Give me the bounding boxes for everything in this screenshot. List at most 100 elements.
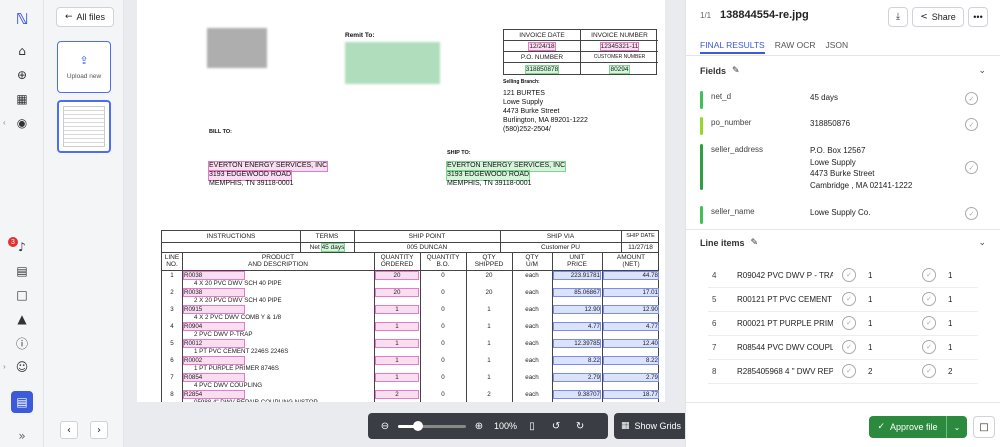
chevron-down-icon[interactable]: ⌄ (978, 238, 986, 248)
feedback-button[interactable]: □ (973, 416, 995, 438)
terms-value-prefix: Net (309, 244, 322, 251)
document-icon[interactable]: ▤ (11, 391, 33, 413)
zoom-out-icon[interactable]: ⊖ (376, 421, 394, 432)
fields-title: Fields (700, 66, 727, 76)
row-desc: 1 PT PVC CEMENT 2246S 2246S (194, 348, 289, 355)
verify-check-icon[interactable]: ✓ (922, 316, 936, 330)
show-grids-label: Show Grids (634, 421, 682, 431)
branch-line: Lowe Supply (503, 99, 544, 106)
row-shipped: 1 (487, 357, 491, 364)
notification-icon[interactable]: ♪ (12, 237, 32, 257)
selling-branch-label: Selling Branch: (503, 79, 540, 85)
panel-footer: ✓ Approve file ⌄ □ (686, 402, 1000, 447)
verify-check-icon[interactable]: ✓ (842, 268, 856, 282)
chevron-down-icon[interactable]: ⌄ (978, 66, 986, 76)
row-no: 4 (170, 323, 174, 330)
add-icon[interactable]: ⊕ (12, 65, 32, 85)
logo-icon[interactable]: ℕ (12, 9, 32, 29)
share-button[interactable]: < Share (912, 7, 964, 27)
more-button[interactable]: ••• (968, 7, 988, 27)
zoom-in-icon[interactable]: ⊕ (470, 421, 488, 432)
field-row[interactable]: net_d 45 days ✓ (700, 91, 990, 109)
verify-check-icon[interactable]: ✓ (965, 207, 978, 220)
bill-to-label: BILL TO: (209, 129, 233, 135)
branch-line: (580)252-2504/ (503, 126, 551, 133)
edit-icon[interactable]: ✎ (732, 66, 740, 76)
field-row[interactable]: seller_name Lowe Supply Co. ✓ (700, 206, 990, 224)
file-thumbnails: ← All files ⇪ Upload new ‹ › (44, 0, 124, 447)
comment-icon: □ (979, 421, 989, 433)
verify-check-icon[interactable]: ✓ (965, 161, 978, 174)
row-amount: 12.90 (603, 305, 659, 314)
edit-icon[interactable]: ✎ (751, 238, 759, 248)
verify-check-icon[interactable]: ✓ (922, 340, 936, 354)
feedback-icon[interactable]: □ (12, 285, 32, 305)
rocket-icon[interactable]: ▲ (12, 309, 32, 329)
row-amount: 4.77 (603, 322, 659, 331)
zoom-toolbar: ⊖ ⊕ 100% ▯ ↺ ↻ (368, 413, 608, 439)
next-page-button[interactable]: › (90, 421, 108, 439)
verify-check-icon[interactable]: ✓ (842, 364, 856, 378)
help-icon[interactable]: ⓘ (12, 333, 32, 353)
line-item-qty: 1 (948, 343, 953, 352)
expand-icon[interactable]: » (12, 426, 32, 446)
collapse-chevron-icon[interactable]: ‹ (3, 118, 6, 127)
download-button[interactable]: ⤓ (888, 7, 908, 27)
logo-redaction (207, 28, 267, 68)
field-color-bar (700, 206, 703, 224)
field-row[interactable]: seller_address P.O. Box 12567 Lowe Supply… (700, 144, 990, 190)
verify-check-icon[interactable]: ✓ (842, 292, 856, 306)
compass-icon[interactable]: ◉ (12, 113, 32, 133)
account-icon[interactable]: ☺ (12, 357, 32, 377)
line-item-no: 5 (712, 295, 717, 304)
fit-page-icon[interactable]: ▯ (523, 421, 541, 432)
approve-file-button[interactable]: ✓ Approve file ⌄ (869, 416, 967, 438)
home-icon[interactable]: ⌂ (12, 41, 32, 61)
verify-check-icon[interactable]: ✓ (965, 118, 978, 131)
line-item-row[interactable]: 7 R08544 PVC DWV COUPLING ✓ 1 ✓ 1 (708, 338, 978, 360)
verify-check-icon[interactable]: ✓ (842, 316, 856, 330)
line-item-row[interactable]: 4 R09042 PVC DWV P - TRAP ✓ 1 ✓ 1 (708, 266, 978, 288)
page-thumbnail[interactable] (57, 100, 111, 153)
row-amount: 12.40 (603, 339, 659, 348)
field-row[interactable]: po_number 318850876 ✓ (700, 117, 990, 135)
line-items-section-header[interactable]: Line items ✎ (700, 238, 758, 248)
fields-section-header[interactable]: Fields ✎ (700, 66, 740, 76)
line-item-desc: R285405968 4 " DWV REPAIR (737, 367, 833, 376)
col-qty-shipped: QTY SHIPPED (474, 254, 504, 268)
line-item-row[interactable]: 8 R285405968 4 " DWV REPAIR ✓ 2 ✓ 2 (708, 362, 978, 384)
row-price: 4.77 (553, 322, 601, 331)
zoom-slider[interactable] (398, 420, 466, 431)
rotate-right-icon[interactable]: ↻ (571, 421, 589, 432)
all-files-button[interactable]: ← All files (56, 7, 114, 27)
line-item-row[interactable]: 5 R00121 PT PVC CEMENT 2246S ✓ 1 ✓ 1 (708, 290, 978, 312)
prev-page-button[interactable]: ‹ (60, 421, 78, 439)
verify-check-icon[interactable]: ✓ (922, 364, 936, 378)
verify-check-icon[interactable]: ✓ (922, 292, 936, 306)
expand-chevron-icon[interactable]: › (3, 362, 6, 371)
rotate-left-icon[interactable]: ↺ (547, 421, 565, 432)
book-icon[interactable]: ▤ (12, 261, 32, 281)
verify-check-icon[interactable]: ✓ (842, 340, 856, 354)
remit-address-redaction (345, 42, 440, 84)
tab-final-results[interactable]: FINAL RESULTS (700, 40, 765, 54)
upload-new-button[interactable]: ⇪ Upload new (57, 41, 111, 93)
tab-raw-ocr[interactable]: RAW OCR (775, 40, 816, 54)
line-item-row[interactable]: 6 R00021 PT PURPLE PRIMER ✓ 1 ✓ 1 (708, 314, 978, 336)
document-viewer: Remit To: INVOICE DATE INVOICE NUMBER 12… (124, 0, 688, 447)
tab-json[interactable]: JSON (825, 40, 848, 54)
row-bo: 0 (441, 323, 445, 330)
row-code: R0904 (183, 322, 245, 331)
share-icon: < (920, 12, 928, 22)
row-um: each (525, 323, 539, 330)
verify-check-icon[interactable]: ✓ (965, 92, 978, 105)
customer-number-label: CUSTOMER NUMBER (581, 52, 658, 63)
arrow-left-icon: ← (64, 12, 73, 22)
show-grids-button[interactable]: ▦ Show Grids (614, 413, 688, 439)
apps-icon[interactable]: ▦ (12, 89, 32, 109)
field-key: po_number (711, 118, 752, 127)
approve-dropdown-icon[interactable]: ⌄ (947, 423, 967, 432)
line-item-desc: R00021 PT PURPLE PRIMER (737, 319, 833, 328)
verify-check-icon[interactable]: ✓ (922, 268, 936, 282)
row-bo: 0 (441, 306, 445, 313)
